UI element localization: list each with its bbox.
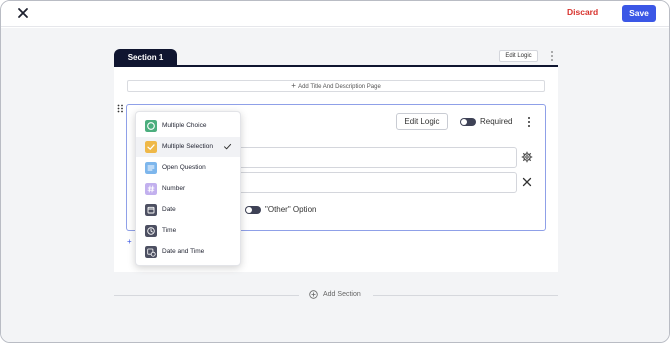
divider-right	[373, 295, 558, 296]
required-toggle[interactable]	[460, 118, 476, 126]
question-type-date-and-time[interactable]: Date and Time	[136, 242, 240, 262]
section-tab-underline	[114, 65, 558, 67]
question-type-label: Date and Time	[162, 248, 205, 255]
section-kebab-menu-icon[interactable]	[548, 50, 556, 62]
text-lines-icon	[145, 162, 157, 174]
gear-icon[interactable]	[521, 151, 533, 163]
question-type-multiple-selection[interactable]: Multiple Selection	[136, 137, 240, 157]
radio-circle-icon	[145, 120, 157, 132]
add-section-label: Add Section	[323, 291, 361, 298]
hash-icon	[145, 183, 157, 195]
question-type-multiple-choice[interactable]: Multiple Choice	[136, 116, 240, 136]
discard-button[interactable]: Discard	[567, 7, 598, 17]
checkbox-icon	[145, 141, 157, 153]
question-type-open-question[interactable]: Open Question	[136, 158, 240, 178]
check-icon	[224, 143, 232, 150]
other-option-toggle[interactable]	[245, 206, 261, 214]
plus-circle-icon	[309, 290, 318, 299]
question-type-label: Date	[162, 206, 176, 213]
editor-window: Discard Save Section 1 Edit Logic + Add …	[0, 0, 670, 343]
question-type-number[interactable]: Number	[136, 179, 240, 199]
question-type-date[interactable]: Date	[136, 200, 240, 220]
question-type-label: Open Question	[162, 164, 206, 171]
required-label: Required	[480, 117, 513, 126]
section-tab[interactable]: Section 1	[114, 49, 177, 66]
clock-icon	[145, 225, 157, 237]
top-bar: Discard Save	[1, 1, 669, 27]
calendar-clock-icon	[145, 246, 157, 258]
option-input-2[interactable]	[231, 172, 517, 193]
question-type-dropdown: Multiple Choice Multiple Selection Open …	[135, 111, 241, 266]
question-type-label: Number	[162, 185, 186, 192]
question-type-label: Multiple Choice	[162, 122, 207, 129]
question-edit-logic-button[interactable]: Edit Logic	[396, 113, 448, 130]
other-option-label: "Other" Option	[265, 205, 317, 214]
close-icon[interactable]	[15, 5, 31, 21]
drag-handle-icon[interactable]	[117, 104, 124, 113]
add-option-plus-icon[interactable]: +	[127, 237, 132, 246]
calendar-icon	[145, 204, 157, 216]
add-title-label: Add Title And Description Page	[298, 84, 381, 90]
divider-left	[114, 295, 299, 296]
question-type-time[interactable]: Time	[136, 221, 240, 241]
add-title-description-button[interactable]: + Add Title And Description Page	[127, 80, 545, 92]
remove-option-icon[interactable]	[522, 177, 532, 187]
question-type-label: Time	[162, 227, 177, 234]
save-button[interactable]: Save	[622, 5, 656, 22]
question-type-label: Multiple Selection	[162, 143, 213, 150]
section-edit-logic-button[interactable]: Edit Logic	[499, 50, 538, 62]
option-input-1[interactable]	[231, 147, 517, 168]
question-kebab-menu-icon[interactable]	[525, 116, 533, 128]
